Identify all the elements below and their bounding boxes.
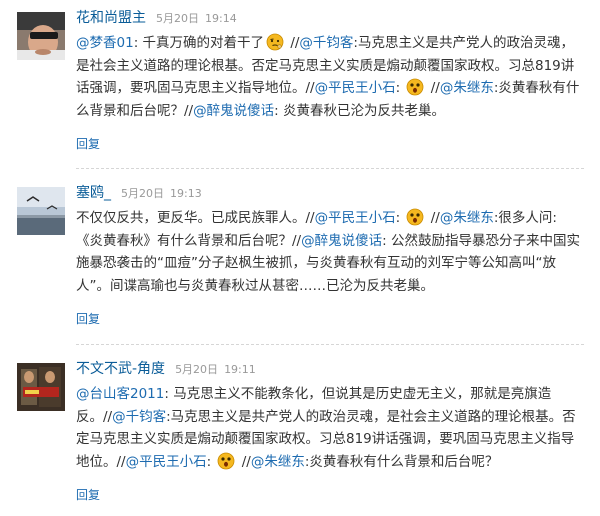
comment-text: // xyxy=(286,35,300,51)
comment-body: @梦香01: 千真万确的对着干了 //@千钧客:马克思主义是共产党人的政治灵魂，… xyxy=(76,32,586,122)
comment-text: // xyxy=(426,80,440,96)
reply-link[interactable]: 回复 xyxy=(76,135,100,152)
comment-text: 不仅仅反共，更反华。已成民族罪人。// xyxy=(76,210,315,226)
mention-link[interactable]: @朱继东 xyxy=(440,80,494,96)
comment-item: 不文不武-角度 5月20日 19:11 @台山客2011: 马克思主义不能教条化，但… xyxy=(0,351,600,516)
reply-link[interactable]: 回复 xyxy=(76,310,100,327)
comment-text: :炎黄春秋有什么背景和后台呢？ xyxy=(304,453,499,470)
shocked-emoji xyxy=(218,452,235,469)
shocked-emoji xyxy=(407,208,424,226)
mention-link[interactable]: @朱继东 xyxy=(251,454,305,470)
comment-header: 塞鸥_ 5月20日 19:13 xyxy=(76,184,202,203)
comment-text: : xyxy=(395,210,405,226)
comment-text: // xyxy=(426,210,440,226)
timestamp: 5月20日 19:14 xyxy=(156,12,237,25)
thinking-emoji xyxy=(266,33,284,51)
author-name[interactable]: 不文不武-角度 xyxy=(76,361,165,377)
comment-item: 花和尚盟主 5月20日 19:14 @梦香01: 千真万确的对着干了 //@千钧客:… xyxy=(0,0,600,165)
mention-link[interactable]: @台山客2011 xyxy=(76,386,164,402)
mention-link[interactable]: @醉鬼说傻话 xyxy=(193,103,274,119)
comment-text: // xyxy=(237,453,251,470)
comment-text: : xyxy=(395,80,405,96)
mention-link[interactable]: @梦香01 xyxy=(76,35,134,51)
avatar[interactable] xyxy=(17,12,65,60)
avatar[interactable] xyxy=(17,187,65,235)
mention-link[interactable]: @朱继东 xyxy=(440,210,494,226)
author-name[interactable]: 塞鸥_ xyxy=(76,185,111,201)
comment-feed: 花和尚盟主 5月20日 19:14 @梦香01: 千真万确的对着干了 //@千钧客:… xyxy=(0,0,600,516)
comment-body: @台山客2011: 马克思主义不能教条化，但说其是历史虚无主义，那就是亮旗造反。… xyxy=(76,383,586,473)
mention-link[interactable]: @平民王小石 xyxy=(315,80,396,96)
timestamp: 5月20日 19:13 xyxy=(121,187,202,200)
mention-link[interactable]: @平民王小石 xyxy=(315,210,396,226)
comment-text: : 千真万确的对着干了 xyxy=(133,35,265,51)
shocked-emoji xyxy=(407,78,424,96)
comment-text: : 炎黄春秋已沦为反共老巢。 xyxy=(274,102,445,119)
mention-link[interactable]: @千钧客 xyxy=(112,409,166,425)
timestamp: 5月20日 19:11 xyxy=(175,363,256,376)
comment-item: 塞鸥_ 5月20日 19:13 不仅仅反共，更反华。已成民族罪人。//@平民王小石:… xyxy=(0,175,600,341)
mention-link[interactable]: @千钧客 xyxy=(299,35,353,51)
avatar[interactable] xyxy=(17,363,65,411)
comment-text: : xyxy=(206,453,216,470)
mention-link[interactable]: @平民王小石 xyxy=(126,454,207,470)
divider xyxy=(76,168,584,169)
comment-header: 不文不武-角度 5月20日 19:11 xyxy=(76,360,256,379)
author-name[interactable]: 花和尚盟主 xyxy=(76,10,146,26)
reply-link[interactable]: 回复 xyxy=(76,486,100,503)
mention-link[interactable]: @醉鬼说傻话 xyxy=(301,233,382,249)
comment-body: 不仅仅反共，更反华。已成民族罪人。//@平民王小石: //@朱继东:很多人问: … xyxy=(76,207,586,297)
divider xyxy=(76,344,584,345)
comment-header: 花和尚盟主 5月20日 19:14 xyxy=(76,9,237,28)
